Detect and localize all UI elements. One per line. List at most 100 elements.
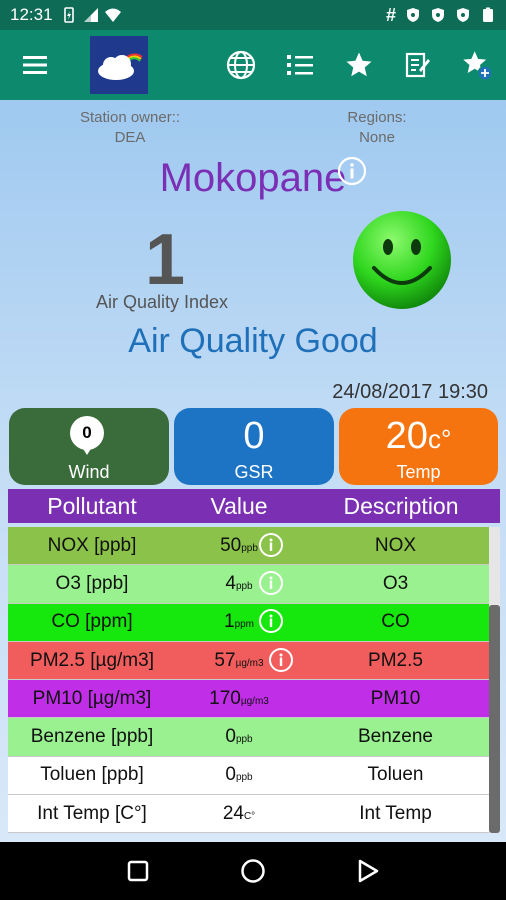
regions-block: Regions: None — [318, 108, 436, 148]
pollutant-value-cell: 0ppb — [176, 726, 302, 748]
add-favorite-button[interactable] — [447, 30, 506, 100]
star-add-icon — [462, 51, 492, 81]
info-icon[interactable] — [268, 647, 294, 673]
app-bar — [0, 30, 506, 100]
pollutant-unit: ppb — [241, 542, 258, 554]
pollutant-value-cell: 0ppb — [176, 764, 302, 786]
air-quality-status: Air Quality Good — [128, 322, 378, 360]
pollutant-description: PM2.5 — [368, 649, 423, 671]
pollutant-name: CO [ppm] — [51, 611, 133, 633]
pollutant-unit: µg/m3 — [235, 657, 264, 669]
pollutant-name: NOX [ppb] — [47, 534, 137, 556]
regions-label: Regions: — [347, 109, 407, 126]
measurement-datetime: 24/08/2017 19:30 — [332, 381, 488, 403]
temp-label: Temp — [396, 462, 441, 482]
pollutant-value: 4 — [225, 572, 236, 594]
back-button[interactable] — [338, 842, 398, 900]
pollutant-unit: ppb — [235, 734, 253, 746]
pollutant-unit: µg/m3 — [240, 695, 269, 707]
list-icon — [286, 55, 313, 75]
pollutant-description: Toluen — [367, 764, 424, 786]
pollutant-value: 1 — [223, 611, 235, 633]
pollutant-unit: ppm — [234, 619, 255, 631]
pollutant-description: Int Temp — [359, 802, 432, 824]
pollutant-description: O3 — [382, 572, 409, 594]
pollutant-name: Int Temp [C°] — [37, 802, 147, 824]
app-logo[interactable] — [90, 36, 148, 94]
pollutant-row[interactable]: PM2.5 [µg/m3] 57µg/m3 PM2.5 — [8, 641, 489, 681]
globe-button[interactable] — [211, 30, 270, 100]
pollutant-value: 24 — [222, 802, 244, 824]
pollutant-row[interactable]: O3 [ppb] 4ppb O3 — [8, 565, 489, 604]
pollutant-name: PM10 [µg/m3] — [32, 687, 152, 709]
signal-icon — [83, 8, 98, 22]
shield-icon — [457, 8, 469, 22]
pollutant-value: 170 — [209, 687, 241, 709]
pollutant-value: 57 — [214, 649, 236, 671]
menu-button[interactable] — [0, 30, 70, 100]
scrollbar-thumb[interactable] — [489, 605, 500, 833]
pollutant-value: 0 — [225, 764, 236, 786]
recents-button[interactable] — [108, 842, 168, 900]
pollutant-name: Benzene [ppb] — [30, 726, 154, 748]
pollutant-row[interactable]: CO [ppm] 1ppm CO — [8, 603, 489, 642]
temp-unit: c° — [427, 424, 452, 454]
wind-direction-marker: 0 — [70, 416, 104, 455]
smiley-face-icon — [353, 211, 451, 309]
pollutant-description: Benzene — [357, 726, 433, 748]
header-value: Value — [210, 492, 268, 519]
pollutant-table: NOX [ppb] 50ppb NOX O3 [ppb] 4ppb O3 CO [ppm] 1… — [8, 527, 489, 834]
pollutant-row[interactable]: Benzene [ppb] 0ppb Benzene — [8, 718, 489, 757]
status-time: 12:31 — [10, 5, 53, 24]
hash-icon: # — [385, 4, 396, 25]
wind-label: Wind — [68, 462, 110, 482]
info-icon[interactable] — [258, 570, 284, 596]
pollutant-name: Toluen [ppb] — [40, 764, 144, 786]
pollutant-unit: ppb — [235, 772, 253, 784]
shield-icon — [432, 8, 444, 22]
header-pollutant: Pollutant — [47, 492, 137, 519]
star-icon — [346, 52, 371, 77]
pollutant-value-cell: 57µg/m3 — [176, 647, 302, 673]
wind-tile[interactable]: 0 Wind — [9, 408, 169, 485]
status-bar: 12:31 # — [0, 0, 506, 30]
globe-icon — [226, 50, 255, 80]
info-icon[interactable] — [258, 608, 284, 634]
temp-value: 20 — [385, 415, 428, 457]
notes-button[interactable] — [388, 30, 447, 100]
owner-value: DEA — [114, 129, 146, 146]
wifi-icon — [104, 8, 121, 22]
header-description: Description — [343, 492, 459, 519]
pollutant-row[interactable]: PM10 [µg/m3] 170µg/m3 PM10 — [8, 680, 489, 719]
station-detail: Station owner:: DEA Regions: None Mokopa… — [0, 100, 506, 842]
recents-square-icon — [127, 860, 148, 882]
pollutant-row[interactable]: Int Temp [C°] 24C° Int Temp — [8, 795, 489, 834]
pollutant-name: PM2.5 [µg/m3] — [30, 649, 154, 671]
edit-note-icon — [405, 52, 430, 78]
system-nav-bar — [0, 842, 506, 900]
shield-icon — [407, 8, 419, 22]
aqi-value: 1 — [144, 220, 186, 300]
pollutant-unit: ppb — [235, 580, 253, 592]
pollutant-row[interactable]: Toluen [ppb] 0ppb Toluen — [8, 756, 489, 796]
list-button[interactable] — [270, 30, 329, 100]
pollutant-value-cell: 50ppb — [176, 532, 302, 558]
home-button[interactable] — [223, 842, 283, 900]
aqi-label: Air Quality Index — [96, 292, 229, 312]
pollutant-value-cell: 1ppm — [176, 608, 302, 634]
regions-value: None — [359, 129, 395, 146]
station-info-icon[interactable] — [337, 156, 367, 186]
pollutant-value: 50 — [220, 534, 242, 556]
pollutant-value-cell: 170µg/m3 — [176, 688, 302, 710]
gsr-label: GSR — [234, 462, 274, 482]
pollutant-name: O3 [ppb] — [55, 572, 129, 594]
favorite-button[interactable] — [329, 30, 388, 100]
battery-icon — [483, 7, 493, 22]
info-icon[interactable] — [258, 532, 284, 558]
pollutant-table-header: Pollutant Value Description — [8, 489, 500, 523]
back-triangle-icon — [359, 859, 379, 883]
pollutant-value-cell: 4ppb — [176, 570, 302, 596]
temp-tile[interactable]: 20c° Temp — [339, 408, 498, 485]
pollutant-row[interactable]: NOX [ppb] 50ppb NOX — [8, 527, 489, 566]
gsr-tile[interactable]: 0 GSR — [174, 408, 334, 485]
